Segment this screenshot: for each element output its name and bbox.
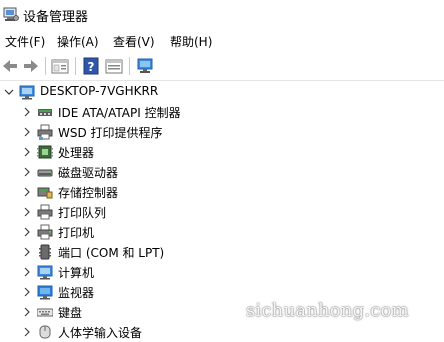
svg-text:?: ? — [88, 60, 95, 74]
tree-item-label: 键盘 — [58, 306, 83, 320]
tree-item[interactable]: 存储控制器 — [0, 182, 444, 202]
printer-icon — [37, 224, 53, 240]
tree-item-label: 打印队列 — [58, 206, 107, 220]
chevron-right-icon[interactable] — [22, 326, 32, 338]
menu-view[interactable]: 查看(V) — [112, 33, 156, 50]
chevron-right-icon[interactable] — [22, 206, 32, 218]
chevron-right-icon[interactable] — [22, 166, 32, 178]
chevron-right-icon[interactable] — [22, 146, 32, 158]
chevron-down-icon[interactable] — [4, 86, 14, 98]
device-manager-icon — [3, 7, 19, 21]
toolbar-separator — [75, 57, 76, 75]
tree-item[interactable]: 计算机 — [0, 262, 444, 282]
chevron-right-icon[interactable] — [22, 246, 32, 258]
tree-item-label: 磁盘驱动器 — [58, 166, 119, 180]
window-title: 设备管理器 — [23, 10, 89, 25]
tree-item-label: WSD 打印提供程序 — [58, 126, 163, 140]
tree-item[interactable]: 人体学输入设备 — [0, 322, 444, 342]
tree-item-label: 计算机 — [58, 266, 95, 280]
tree-item-label: 打印机 — [58, 226, 95, 240]
tree-item[interactable]: 监视器 — [0, 282, 444, 302]
storage-controller-icon — [37, 187, 53, 199]
chevron-right-icon[interactable] — [22, 106, 32, 118]
title-bar: 设备管理器 — [0, 0, 444, 30]
chevron-right-icon[interactable] — [22, 226, 32, 238]
tree-item[interactable]: 处理器 — [0, 142, 444, 162]
tree-item[interactable]: 端口 (COM 和 LPT) — [0, 242, 444, 262]
port-icon — [39, 244, 51, 260]
menu-file[interactable]: 文件(F) — [4, 33, 46, 50]
tree-root-label: DESKTOP-7VGHKRR — [40, 84, 159, 98]
tree-item[interactable]: WSD 打印提供程序 — [0, 122, 444, 142]
tree-item[interactable]: 打印机 — [0, 222, 444, 242]
tree-item-label: 监视器 — [58, 286, 95, 300]
monitor-icon — [37, 285, 53, 300]
tree-item-label: IDE ATA/ATAPI 控制器 — [58, 106, 181, 120]
chevron-right-icon[interactable] — [22, 286, 32, 298]
chevron-right-icon[interactable] — [22, 126, 32, 138]
tree-item-label: 存储控制器 — [58, 186, 119, 200]
ide-controller-icon — [38, 109, 52, 116]
device-tree: DESKTOP-7VGHKRR IDE ATA/ATAPI 控制器 WSD 打印… — [0, 81, 444, 340]
menu-bar: 文件(F) 操作(A) 查看(V) 帮助(H) — [0, 31, 444, 51]
forward-icon[interactable] — [22, 56, 40, 76]
tree-root[interactable]: DESKTOP-7VGHKRR — [0, 82, 444, 102]
toolbar-separator — [45, 57, 46, 75]
hid-icon — [39, 325, 51, 339]
properties-icon[interactable] — [51, 56, 69, 76]
toolbar-separator — [129, 57, 130, 75]
wsd-printer-icon — [37, 124, 53, 140]
monitor-icon[interactable] — [136, 56, 154, 76]
tree-item-label: 人体学输入设备 — [58, 326, 143, 340]
tree-item-label: 端口 (COM 和 LPT) — [58, 246, 165, 260]
help-icon[interactable]: ? — [82, 56, 100, 76]
tree-item[interactable]: IDE ATA/ATAPI 控制器 — [0, 102, 444, 122]
processor-icon — [37, 145, 53, 159]
chevron-right-icon[interactable] — [22, 306, 32, 318]
computer-icon — [37, 265, 53, 280]
back-icon[interactable] — [1, 56, 19, 76]
menu-action[interactable]: 操作(A) — [56, 33, 100, 50]
watermark: sichuanhong.com — [246, 300, 409, 321]
toolbar: ? — [0, 54, 444, 81]
computer-icon — [19, 85, 35, 100]
chevron-right-icon[interactable] — [22, 186, 32, 198]
chevron-right-icon[interactable] — [22, 266, 32, 278]
print-queue-icon — [37, 204, 53, 220]
view-icon[interactable] — [105, 56, 123, 76]
keyboard-icon — [37, 308, 53, 317]
tree-item-label: 处理器 — [58, 146, 95, 160]
menu-help[interactable]: 帮助(H) — [169, 33, 213, 50]
disk-drive-icon — [37, 169, 53, 177]
tree-item[interactable]: 磁盘驱动器 — [0, 162, 444, 182]
tree-item[interactable]: 打印队列 — [0, 202, 444, 222]
